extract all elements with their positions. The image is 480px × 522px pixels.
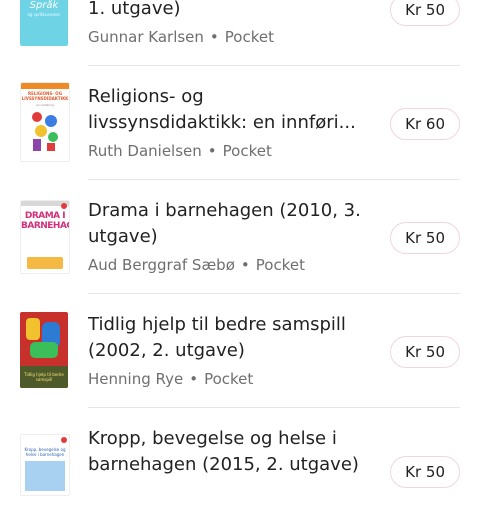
book-cover[interactable]: RELIGIONS- OG LIVSSYNSDIDAKTIKK en innfø… <box>20 82 70 162</box>
cover-title: Tidlig hjelp til bedre samspill <box>24 372 64 382</box>
book-author: Ruth Danielsen <box>88 142 202 160</box>
book-title[interactable]: Drama i barnehagen (2010, 3. utgave) <box>88 198 368 250</box>
list-item[interactable]: DRAMA I BARNEHAGEN Drama i barnehagen (2… <box>0 180 480 294</box>
book-title[interactable]: Tidlig hjelp til bedre samspill (2002, 2… <box>88 312 368 364</box>
book-author: Aud Berggraf Sæbø <box>88 256 235 274</box>
price-button[interactable]: Kr 50 <box>390 222 460 254</box>
book-cover[interactable]: Språk og språkvansker <box>20 0 68 46</box>
list-item[interactable]: Kropp, bevegelse og helse i barnehagen K… <box>0 408 480 522</box>
book-meta: Ruth Danielsen • Pocket <box>88 142 272 160</box>
separator: • <box>209 28 219 46</box>
book-author: Henning Rye <box>88 370 184 388</box>
book-meta: Aud Berggraf Sæbø • Pocket <box>88 256 305 274</box>
cover-subtitle: og språkvansker <box>27 12 61 17</box>
cover-title: RELIGIONS- OG LIVSSYNSDIDAKTIKK <box>21 91 69 101</box>
separator: • <box>189 370 199 388</box>
price-button[interactable]: Kr 50 <box>390 456 460 488</box>
book-title[interactable]: 1. utgave) <box>88 0 368 22</box>
book-cover[interactable]: Kropp, bevegelse og helse i barnehagen <box>20 434 70 496</box>
cover-subtitle: en innføring <box>35 103 55 107</box>
separator: • <box>207 142 217 160</box>
price-button[interactable]: Kr 50 <box>390 0 460 26</box>
cover-title: Språk <box>29 0 59 11</box>
book-cover[interactable]: DRAMA I BARNEHAGEN <box>20 200 70 274</box>
book-format: Pocket <box>255 256 305 274</box>
list-item[interactable]: Tidlig hjelp til bedre samspill Tidlig h… <box>0 294 480 408</box>
book-title[interactable]: Kropp, bevegelse og helse i barnehagen (… <box>88 426 368 478</box>
book-format: Pocket <box>224 28 274 46</box>
book-cover[interactable]: Tidlig hjelp til bedre samspill <box>20 312 68 388</box>
cover-title: Kropp, bevegelse og helse i barnehagen <box>24 447 66 457</box>
book-format: Pocket <box>222 142 272 160</box>
cover-illustration <box>32 112 58 151</box>
list-item[interactable]: Språk og språkvansker 1. utgave) Gunnar … <box>0 0 480 66</box>
book-meta: Henning Rye • Pocket <box>88 370 253 388</box>
list-item[interactable]: RELIGIONS- OG LIVSSYNSDIDAKTIKK en innfø… <box>0 66 480 180</box>
book-meta: Gunnar Karlsen • Pocket <box>88 28 274 46</box>
book-author: Gunnar Karlsen <box>88 28 204 46</box>
book-title[interactable]: Religions- og livssynsdidaktikk: en innf… <box>88 84 368 136</box>
cover-title: DRAMA I BARNEHAGEN <box>21 211 69 231</box>
price-button[interactable]: Kr 50 <box>390 336 460 368</box>
separator: • <box>240 256 250 274</box>
book-format: Pocket <box>204 370 254 388</box>
price-button[interactable]: Kr 60 <box>390 108 460 140</box>
